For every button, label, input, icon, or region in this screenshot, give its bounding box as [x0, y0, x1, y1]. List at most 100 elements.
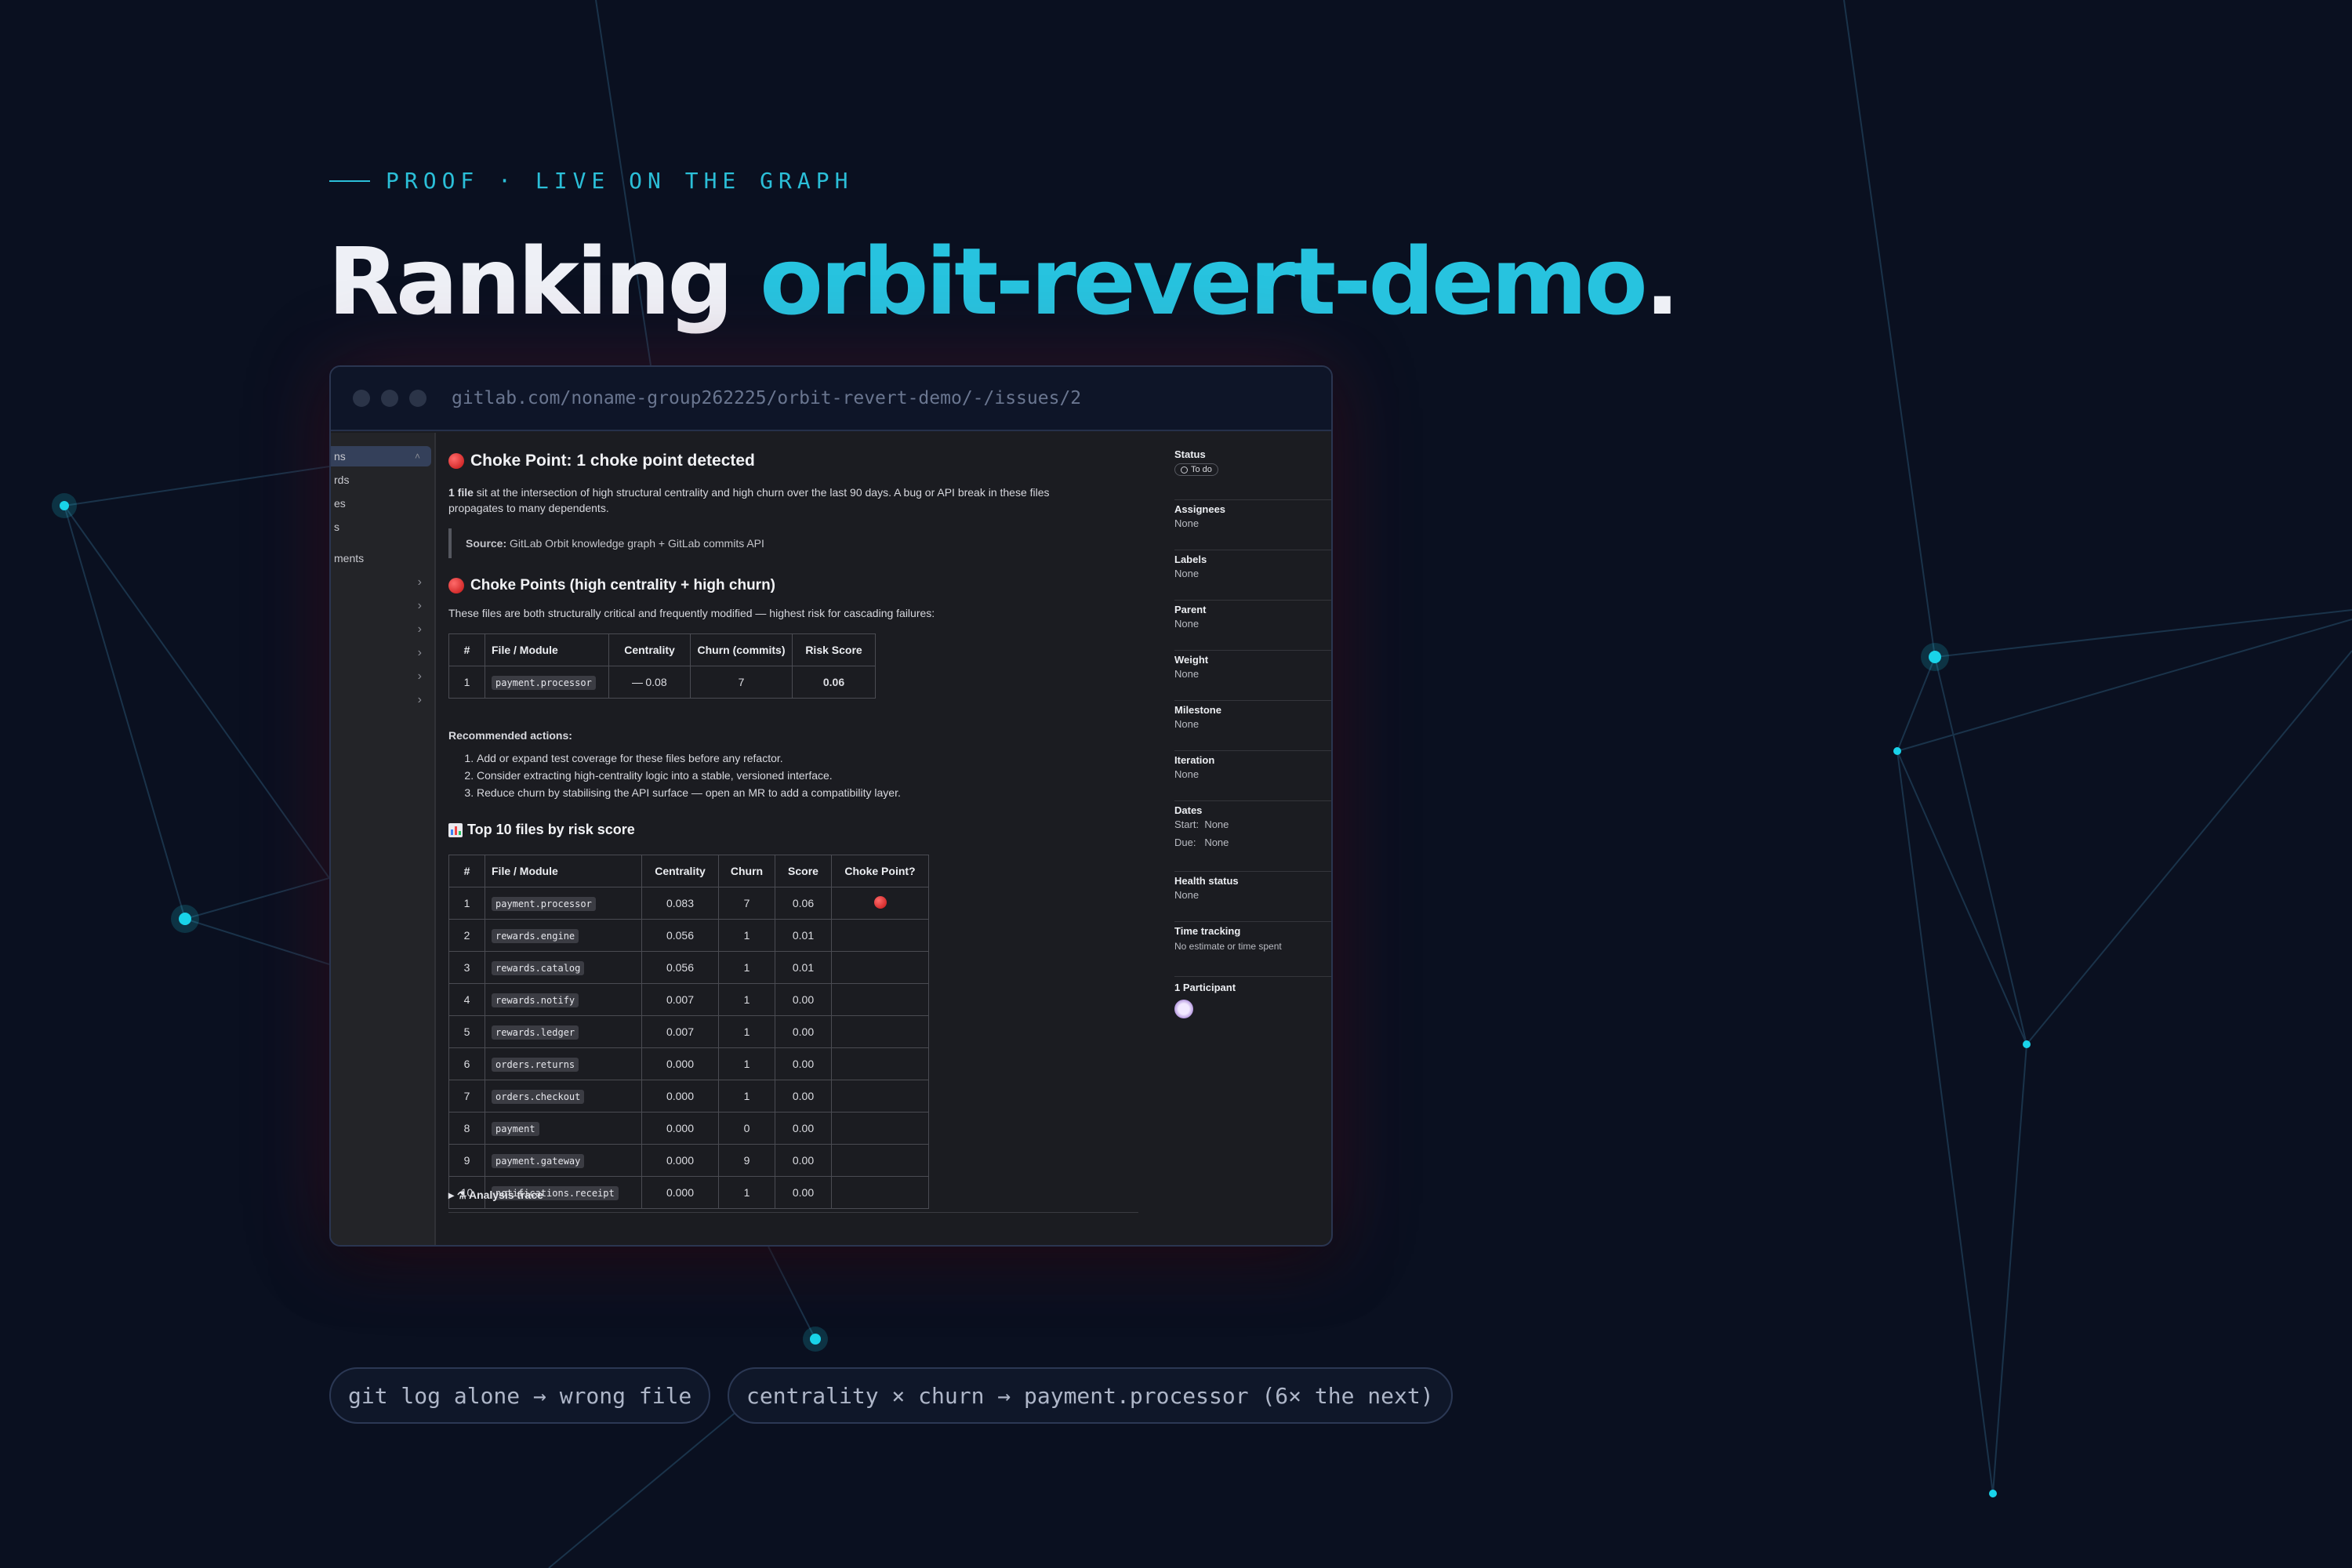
start-label: Start:: [1174, 818, 1200, 830]
table-row: 9 payment.gateway 0.000 9 0.00: [448, 1144, 929, 1177]
status-label: Status: [1174, 448, 1206, 460]
milestone-section[interactable]: Milestone None: [1174, 704, 1331, 751]
list-item: Add or expand test coverage for these fi…: [477, 750, 901, 767]
eyebrow-rule: [329, 180, 370, 182]
sidebar-collapsed-item[interactable]: ›: [331, 619, 433, 640]
column-header: Score: [775, 855, 832, 887]
health-status-label: Health status: [1174, 875, 1239, 887]
time-tracking-section[interactable]: Time tracking No estimate or time spent: [1174, 925, 1331, 977]
window-maximize-dot[interactable]: [409, 390, 426, 407]
parent-label: Parent: [1174, 604, 1207, 615]
analysis-trace-toggle[interactable]: ▸ ⚗ Analysis trace: [448, 1189, 543, 1202]
cell-score: 0.01: [775, 919, 832, 952]
milestone-value: None: [1174, 718, 1200, 730]
choke-point-heading: Choke Point: 1 choke point detected: [448, 452, 755, 470]
microscope-icon: ⚗: [456, 1189, 466, 1201]
sidebar-collapsed-item[interactable]: ›: [331, 643, 433, 663]
status-value: To do: [1191, 465, 1212, 474]
caret-right-icon: ▸: [448, 1189, 455, 1201]
due-value: None: [1204, 837, 1229, 848]
column-header: File / Module: [485, 855, 642, 887]
table-row: 4 rewards.notify 0.007 1 0.00: [448, 983, 929, 1016]
assignees-value: None: [1174, 517, 1200, 529]
assignees-label: Assignees: [1174, 503, 1226, 515]
sidebar-item-label: rds: [334, 474, 350, 486]
health-status-section[interactable]: Health status None: [1174, 875, 1331, 922]
time-tracking-value: No estimate or time spent: [1174, 941, 1282, 952]
sidebar-item[interactable]: s: [331, 517, 339, 537]
sidebar-collapsed-item[interactable]: ›: [331, 596, 433, 616]
choke-points-table: # File / Module Centrality Churn (commit…: [448, 633, 876, 699]
avatar[interactable]: [1174, 1000, 1193, 1018]
source-quote: Source: GitLab Orbit knowledge graph + G…: [448, 528, 764, 558]
participants-label: 1 Participant: [1174, 982, 1236, 993]
sidebar-item[interactable]: ments: [331, 548, 364, 568]
cell-choke-point: [831, 951, 929, 984]
sidebar-collapsed-item[interactable]: ›: [331, 572, 433, 593]
labels-section[interactable]: Labels None: [1174, 554, 1331, 601]
start-date: Start: None: [1174, 818, 1331, 830]
column-header: #: [448, 633, 485, 666]
cell-score: 0.01: [775, 951, 832, 984]
browser-window: gitlab.com/noname-group262225/orbit-reve…: [329, 365, 1333, 1247]
cell-churn: 1: [718, 951, 775, 984]
file-code: payment.processor: [492, 676, 596, 690]
eyebrow: PROOF · LIVE ON THE GRAPH: [329, 168, 853, 194]
sidebar-item[interactable]: es: [331, 493, 346, 514]
circle-icon: [1181, 466, 1188, 474]
cell-rank: 8: [448, 1112, 485, 1145]
sidebar-collapsed-item[interactable]: ›: [331, 690, 433, 710]
cell-centrality: 0.056: [641, 951, 719, 984]
comparison-pill-git-log: git log alone → wrong file: [329, 1367, 711, 1424]
sidebar-item[interactable]: rds: [331, 470, 349, 490]
weight-section[interactable]: Weight None: [1174, 654, 1331, 701]
iteration-label: Iteration: [1174, 754, 1215, 766]
window-minimize-dot[interactable]: [381, 390, 398, 407]
table-header-row: # File / Module Centrality Churn (commit…: [448, 633, 876, 666]
page-title: Ranking orbit-revert-demo.: [328, 227, 1680, 336]
table-row: 1 payment.processor 0.083 7 0.06: [448, 887, 929, 920]
chevron-right-icon: ›: [417, 693, 422, 706]
table-row: 7 orders.checkout 0.000 1 0.00: [448, 1080, 929, 1112]
labels-label: Labels: [1174, 554, 1207, 565]
column-header: Risk Score: [792, 633, 876, 666]
cell-centrality: 0.000: [641, 1112, 719, 1145]
comparison-pill-centrality: centrality × churn → payment.processor (…: [728, 1367, 1453, 1424]
dates-section[interactable]: Dates Start: None Due: None: [1174, 804, 1331, 872]
sidebar: ns ˄ rds es s ments › › › › › ›: [331, 433, 436, 1245]
window-close-dot[interactable]: [353, 390, 370, 407]
column-header: File / Module: [485, 633, 609, 666]
headline-accent: orbit-revert-demo: [759, 227, 1648, 336]
centrality-value: 0.08: [645, 676, 667, 688]
file-code: orders.checkout: [492, 1090, 585, 1104]
browser-titlebar: gitlab.com/noname-group262225/orbit-reve…: [331, 367, 1331, 431]
cell-centrality: 0.08: [608, 666, 691, 699]
iteration-section[interactable]: Iteration None: [1174, 754, 1331, 801]
cell-centrality: 0.056: [641, 919, 719, 952]
cell-choke-point: [831, 1144, 929, 1177]
cell-rank: 6: [448, 1047, 485, 1080]
file-code: payment.gateway: [492, 1154, 585, 1168]
table-row: 2 rewards.engine 0.056 1 0.01: [448, 919, 929, 952]
labels-value: None: [1174, 568, 1200, 579]
choke-points-description: These files are both structurally critic…: [448, 607, 935, 619]
start-value: None: [1204, 818, 1229, 830]
choke-point-heading-text: Choke Point: 1 choke point detected: [470, 452, 755, 470]
assignees-section[interactable]: Assignees None: [1174, 503, 1331, 550]
chevron-right-icon: ›: [417, 599, 422, 612]
column-header: Centrality: [608, 633, 691, 666]
cell-rank: 7: [448, 1080, 485, 1112]
cell-churn: 0: [718, 1112, 775, 1145]
cell-centrality: 0.007: [641, 983, 719, 1016]
cell-choke-point: [831, 1176, 929, 1209]
status-badge[interactable]: To do: [1174, 463, 1218, 476]
chevron-up-icon: ˄: [414, 451, 420, 462]
cell-file: payment.gateway: [485, 1144, 642, 1177]
address-bar[interactable]: gitlab.com/noname-group262225/orbit-reve…: [452, 388, 1081, 408]
sidebar-item-active[interactable]: ns ˄: [331, 446, 431, 466]
sidebar-collapsed-item[interactable]: ›: [331, 666, 433, 687]
parent-section[interactable]: Parent None: [1174, 604, 1331, 651]
cell-churn: 7: [690, 666, 793, 699]
red-circle-icon: [448, 453, 464, 469]
issue-description: Choke Point: 1 choke point detected 1 fi…: [448, 433, 1146, 1245]
